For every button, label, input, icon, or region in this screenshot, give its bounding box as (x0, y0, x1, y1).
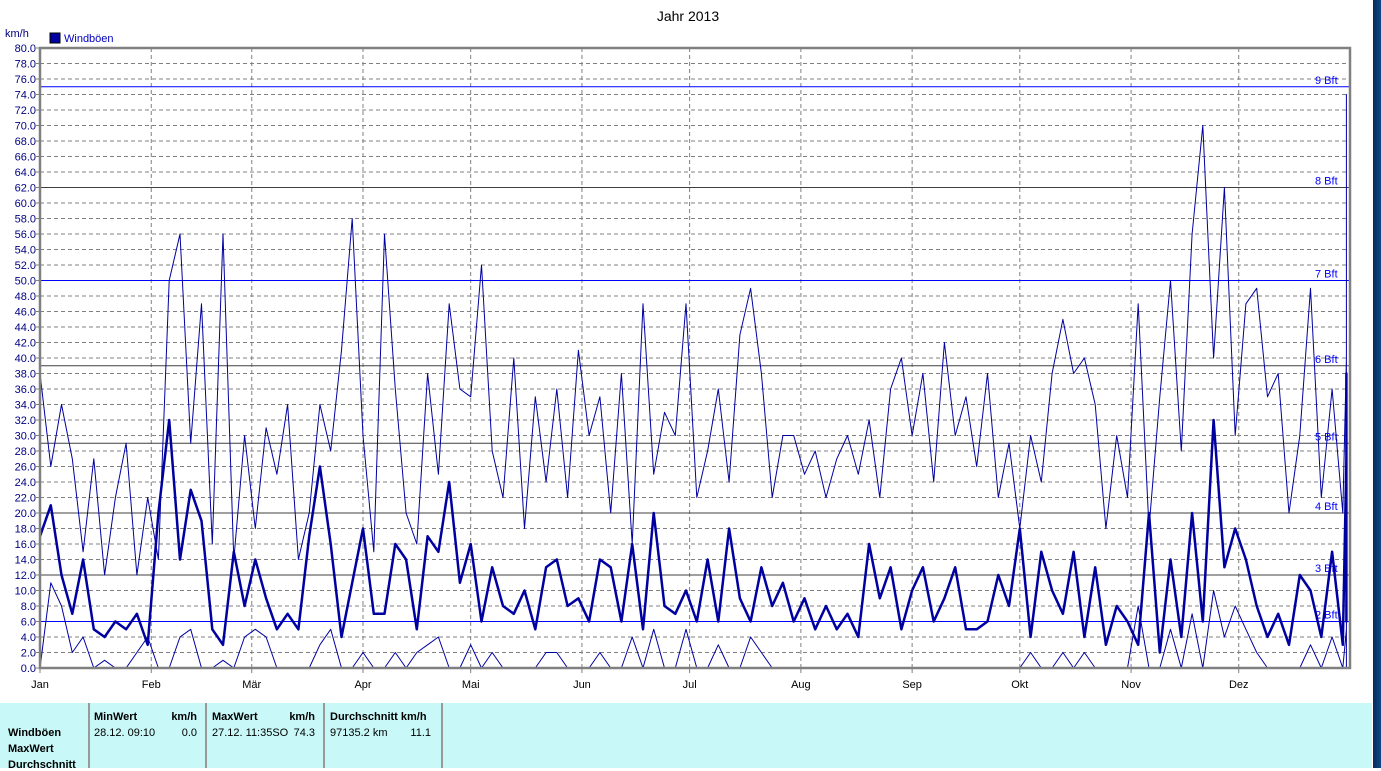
legend-label: Windböen (64, 33, 114, 45)
y-tick-label: 80.0 (15, 43, 36, 55)
x-tick-label: Jul (683, 679, 697, 691)
x-tick-label: Mai (462, 679, 480, 691)
min-date: 28.12. 09:10 (94, 727, 156, 739)
y-tick-label: 34.0 (15, 400, 36, 412)
x-tick-label: Sep (902, 679, 922, 691)
y-tick-label: 70.0 (15, 121, 36, 133)
x-tick-label: Okt (1011, 679, 1028, 691)
y-tick-label: 20.0 (15, 508, 36, 520)
series-line-maxwert (39, 94, 1347, 576)
y-tick-label: 22.0 (15, 493, 36, 505)
y-tick-label: 58.0 (15, 214, 36, 226)
y-tick-label: 60.0 (15, 198, 36, 210)
y-tick-label: 50.0 (15, 276, 36, 288)
series-line-minwert (39, 582, 1347, 669)
x-tick-label: Jun (573, 679, 591, 691)
y-tick-label: 62.0 (15, 183, 36, 195)
y-tick-label: 72.0 (15, 105, 36, 117)
avg-header: Durchschnitt km/h (330, 711, 427, 723)
y-tick-label: 2.0 (21, 648, 36, 660)
window-edge (1373, 0, 1381, 768)
y-tick-label: 48.0 (15, 291, 36, 303)
avg-column: Durchschnitt km/h 97135.2 km 11.1 (325, 703, 443, 768)
min-header: MinWert (94, 711, 138, 723)
x-tick-label: Nov (1121, 679, 1141, 691)
x-tick-label: Jan (31, 679, 49, 691)
y-tick-label: 66.0 (15, 152, 36, 164)
y-tick-label: 42.0 (15, 338, 36, 350)
beaufort-label: 9 Bft (1315, 75, 1338, 87)
y-tick-label: 38.0 (15, 369, 36, 381)
row-label-maxwert: MaxWert (8, 743, 54, 755)
beaufort-label: 7 Bft (1315, 269, 1338, 281)
wind-chart: Jahr 2013 km/h Windböen 2 Bft3 Bft4 Bft5… (5, 8, 1352, 691)
y-tick-label: 56.0 (15, 229, 36, 241)
beaufort-label: 4 Bft (1315, 501, 1338, 513)
y-tick-label: 46.0 (15, 307, 36, 319)
y-tick-label: 44.0 (15, 322, 36, 334)
y-tick-label: 24.0 (15, 477, 36, 489)
beaufort-label: 8 Bft (1315, 176, 1338, 188)
y-tick-label: 68.0 (15, 136, 36, 148)
stats-footer: Windböen MaxWert Durchschnitt MinWert km… (0, 703, 1372, 771)
max-date: 27.12. 11:35SO (212, 727, 289, 739)
x-tick-label: Aug (791, 679, 811, 691)
y-tick-label: 0.0 (21, 663, 36, 675)
y-tick-label: 52.0 (15, 260, 36, 272)
y-tick-label: 16.0 (15, 539, 36, 551)
y-tick-label: 6.0 (21, 617, 36, 629)
y-tick-label: 64.0 (15, 167, 36, 179)
y-tick-label: 40.0 (15, 353, 36, 365)
legend-swatch (49, 32, 61, 44)
y-tick-label: 54.0 (15, 245, 36, 257)
y-axis-label: km/h (5, 28, 29, 40)
max-header: MaxWert (212, 711, 258, 723)
avg-value: 11.1 (410, 727, 431, 739)
y-tick-label: 8.0 (21, 601, 36, 613)
y-tick-label: 28.0 (15, 446, 36, 458)
y-tick-label: 14.0 (15, 555, 36, 567)
y-tick-label: 74.0 (15, 90, 36, 102)
y-tick-label: 30.0 (15, 431, 36, 443)
y-tick-label: 18.0 (15, 524, 36, 536)
y-tick-label: 36.0 (15, 384, 36, 396)
max-column: MaxWert km/h 27.12. 11:35SO 74.3 (207, 703, 325, 768)
x-tick-label: Feb (142, 679, 161, 691)
min-column: MinWert km/h 28.12. 09:10 0.0 (90, 703, 207, 768)
beaufort-label: 6 Bft (1315, 354, 1338, 366)
row-label-windboeen: Windböen (8, 727, 62, 739)
min-value: 0.0 (181, 727, 197, 739)
x-tick-label: Dez (1229, 679, 1249, 691)
max-value: 74.3 (293, 727, 315, 739)
min-unit: km/h (171, 711, 197, 723)
x-tick-label: Mär (242, 679, 261, 691)
chart-title: Jahr 2013 (657, 8, 719, 24)
y-tick-label: 12.0 (15, 570, 36, 582)
y-tick-label: 26.0 (15, 462, 36, 474)
y-tick-label: 76.0 (15, 74, 36, 86)
y-tick-label: 32.0 (15, 415, 36, 427)
row-label-durchschnitt: Durchschnitt (8, 759, 76, 771)
avg-distance: 97135.2 km (330, 727, 388, 739)
y-tick-label: 4.0 (21, 632, 36, 644)
max-unit: km/h (289, 711, 315, 723)
x-tick-label: Apr (354, 679, 371, 691)
y-tick-label: 78.0 (15, 59, 36, 71)
row-labels: Windböen MaxWert Durchschnitt (0, 703, 90, 771)
y-tick-label: 10.0 (15, 586, 36, 598)
